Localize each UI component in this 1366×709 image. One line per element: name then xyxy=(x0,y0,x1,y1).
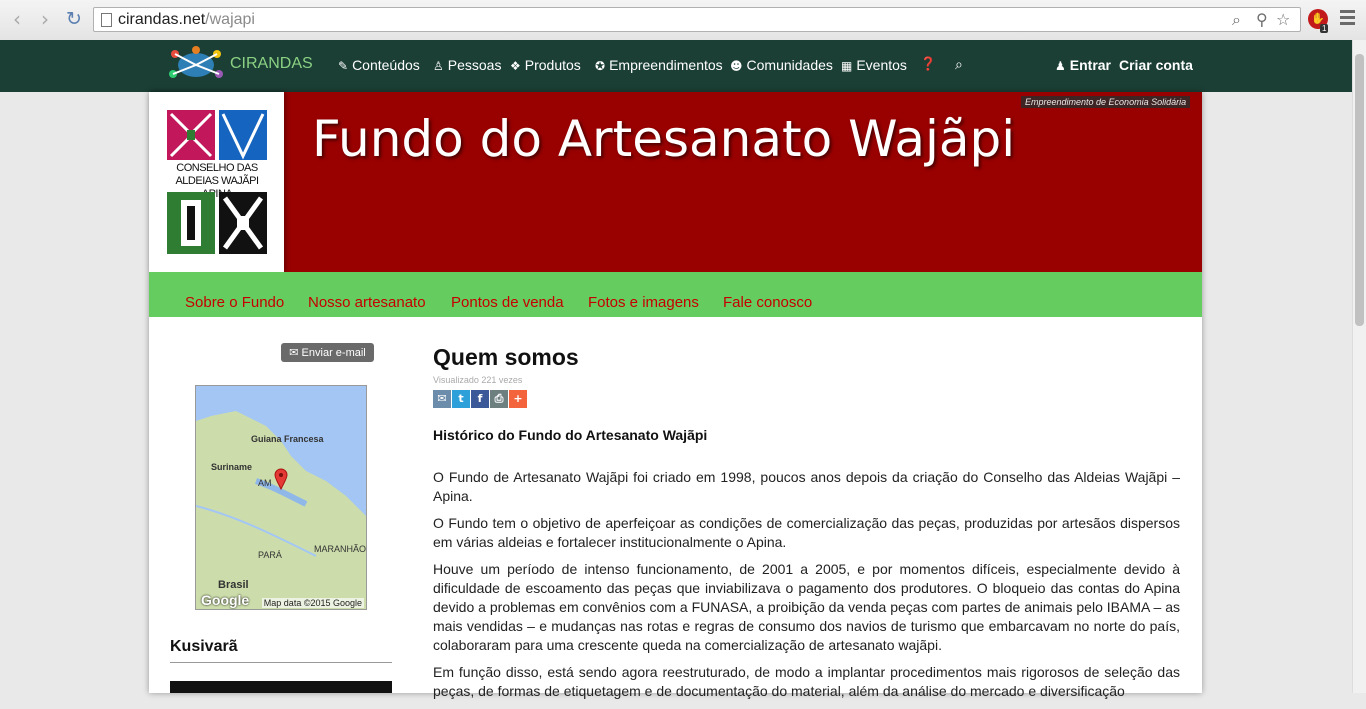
subnav-nosso-artesanato[interactable]: Nosso artesanato xyxy=(308,294,426,311)
article-paragraph-1: O Fundo de Artesanato Wajãpi foi criado … xyxy=(433,469,1180,504)
subnav-sobre-o-fundo[interactable]: Sobre o Fundo xyxy=(185,294,284,311)
nav-eventos-label: Eventos xyxy=(856,57,907,73)
signup-link[interactable]: Criar conta xyxy=(1119,57,1193,73)
brand-name[interactable]: CIRANDAS xyxy=(230,55,313,73)
user-icon: ♟ xyxy=(1055,59,1066,73)
scrollbar-thumb[interactable] xyxy=(1355,54,1364,326)
nav-produtos-label: Produtos xyxy=(524,57,581,73)
send-email-button[interactable]: ✉ Enviar e-mail xyxy=(281,343,374,362)
extension-badge: 1 xyxy=(1320,24,1329,33)
url-host: cirandas.net xyxy=(118,11,206,28)
nav-empreendimentos[interactable]: ✪ Empreendimentos xyxy=(595,57,723,73)
subnav-fale-conosco[interactable]: Fale conosco xyxy=(723,294,812,311)
globe-icon: ✪ xyxy=(595,59,606,73)
page-scrollbar[interactable] xyxy=(1352,40,1366,693)
users-icon: ☻ xyxy=(730,59,743,73)
logo-pattern-top-icon xyxy=(167,110,267,160)
edit-icon: ✎ xyxy=(338,59,349,73)
enterprise-tag: Empreendimento de Economia Solidária xyxy=(1021,96,1191,108)
login-label: Entrar xyxy=(1069,57,1111,73)
map-credit[interactable]: Map data ©2015 Google xyxy=(261,598,364,608)
envelope-icon: ✉ xyxy=(289,346,299,359)
subnav-pontos-de-venda[interactable]: Pontos de venda xyxy=(451,294,564,311)
sidebar-heading: Kusivarã xyxy=(170,638,392,663)
url-text[interactable]: cirandas.net/wajapi xyxy=(118,11,255,29)
nav-pessoas[interactable]: ♙ Pessoas xyxy=(433,57,501,73)
search-icon[interactable]: ⌕ xyxy=(955,57,963,73)
page-container: CONSELHO DAS ALDEIAS WAJÃPI APINA Fundo … xyxy=(149,92,1202,699)
map-label-brasil: Brasil xyxy=(218,579,249,591)
reload-icon[interactable]: ↻ xyxy=(63,8,85,30)
forward-arrow-icon[interactable]: › xyxy=(34,8,56,30)
page-icon xyxy=(101,13,112,27)
bookmark-star-icon[interactable]: ☆ xyxy=(1276,10,1290,29)
url-path: /wajapi xyxy=(205,11,255,28)
subnav-fotos-e-imagens[interactable]: Fotos e imagens xyxy=(588,294,699,311)
banner-title: Fundo do Artesanato Wajãpi xyxy=(312,110,1016,168)
article-subtitle: Histórico do Fundo do Artesanato Wajãpi xyxy=(433,427,708,443)
login-link[interactable]: ♟ Entrar xyxy=(1055,57,1111,73)
address-bar[interactable]: cirandas.net/wajapi ⌕ ⚲ ☆ xyxy=(93,7,1301,32)
article-paragraph-3: Houve um período de intenso funcionament… xyxy=(433,561,1180,653)
print-share-icon[interactable]: ⎙ xyxy=(490,390,508,408)
send-email-label: Enviar e-mail xyxy=(301,347,366,359)
back-arrow-icon[interactable]: ‹ xyxy=(6,8,28,30)
map-label-guiana: Guiana Francesa xyxy=(251,434,324,444)
pin-icon[interactable]: ⚲ xyxy=(1256,10,1268,29)
profile-banner: CONSELHO DAS ALDEIAS WAJÃPI APINA Fundo … xyxy=(149,92,1202,272)
share-buttons: ✉ t f ⎙ + xyxy=(433,389,1180,408)
article: Quem somos Visualizado 221 vezes ✉ t f ⎙ + H… xyxy=(433,344,1180,709)
nav-comunidades-label: Comunidades xyxy=(746,57,833,73)
organization-logo[interactable]: CONSELHO DAS ALDEIAS WAJÃPI APINA xyxy=(149,92,284,272)
map-label-maranhao: MARANHÃO xyxy=(314,544,367,554)
article-paragraph-4: Em função disso, está sendo agora reestr… xyxy=(433,664,1180,699)
person-icon: ♙ xyxy=(433,59,444,73)
map-label-suriname: Suriname xyxy=(211,462,253,472)
nav-produtos[interactable]: ❖ Produtos xyxy=(510,57,581,73)
nav-pessoas-label: Pessoas xyxy=(447,57,502,73)
facebook-share-icon[interactable]: f xyxy=(471,390,489,408)
logo-pattern-bottom-icon xyxy=(167,192,267,254)
browser-menu-icon[interactable] xyxy=(1340,10,1355,28)
magnifier-icon[interactable]: ⌕ xyxy=(1232,10,1241,30)
email-share-icon[interactable]: ✉ xyxy=(433,390,451,408)
cirandas-logo-icon[interactable] xyxy=(165,46,227,82)
nav-empreendimentos-label: Empreendimentos xyxy=(609,57,723,73)
map-pin-icon[interactable] xyxy=(274,468,288,490)
map-terrain xyxy=(196,386,366,557)
nav-conteudos-label: Conteúdos xyxy=(352,57,420,73)
browser-toolbar: ‹ › ↻ cirandas.net/wajapi ⌕ ⚲ ☆ ✋ 1 xyxy=(0,0,1366,41)
location-map[interactable]: Guiana Francesa Suriname AM PARÁ MARANHÃ… xyxy=(195,385,367,610)
google-logo[interactable]: Google xyxy=(201,592,249,608)
map-label-para: PARÁ xyxy=(258,550,282,560)
more-share-icon[interactable]: + xyxy=(509,390,527,408)
article-paragraph-2: O Fundo tem o objetivo de aperfeiçoar as… xyxy=(433,515,1180,550)
profile-subnav: Sobre o Fundo Nosso artesanato Pontos de… xyxy=(149,272,1202,317)
help-icon[interactable]: ❓ xyxy=(920,57,936,72)
nav-conteudos[interactable]: ✎ Conteúdos xyxy=(338,57,420,73)
twitter-share-icon[interactable]: t xyxy=(452,390,470,408)
gift-icon: ❖ xyxy=(510,59,521,73)
calendar-icon: ▦ xyxy=(841,59,853,73)
nav-eventos[interactable]: ▦ Eventos xyxy=(841,57,907,73)
article-title: Quem somos xyxy=(433,344,579,370)
map-label-am: AM xyxy=(258,478,272,488)
sidebar-media-block[interactable] xyxy=(170,681,392,693)
view-count: Visualizado 221 vezes xyxy=(433,375,523,385)
nav-comunidades[interactable]: ☻ Comunidades xyxy=(730,57,833,73)
site-navbar: CIRANDAS ✎ Conteúdos ♙ Pessoas ❖ Produtos ✪… xyxy=(0,40,1352,92)
